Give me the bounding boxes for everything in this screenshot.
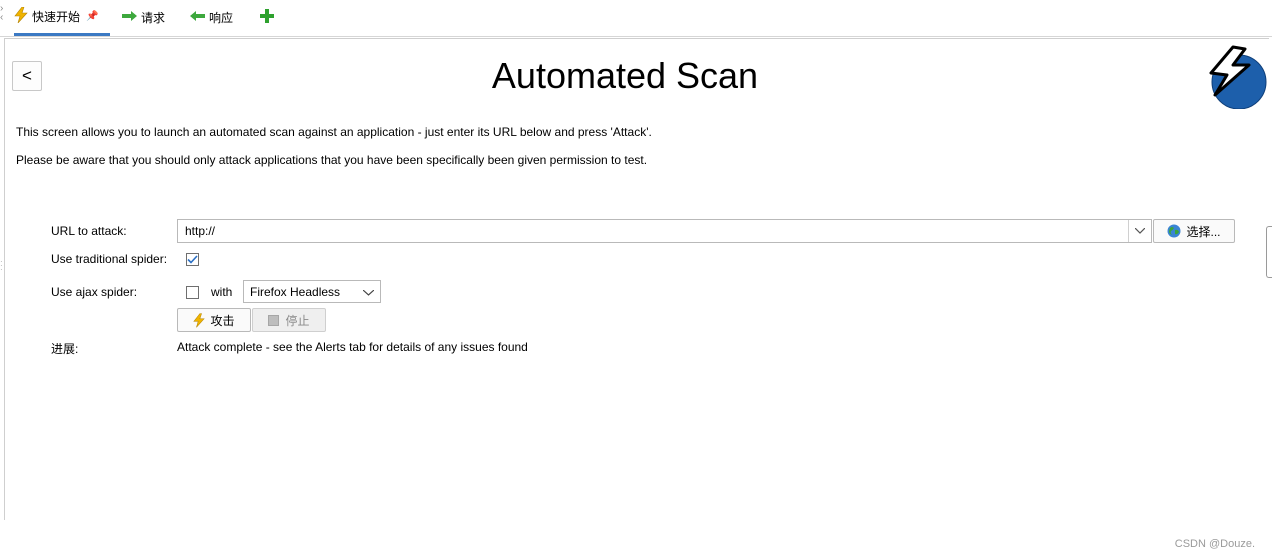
ajax-spider-label: Use ajax spider: bbox=[51, 285, 138, 299]
tab-bar: › ‹ 快速开始 📌 请求 响应 bbox=[0, 0, 1272, 37]
right-panel-grip[interactable] bbox=[1266, 226, 1272, 278]
splitter-grip[interactable]: · · · bbox=[0, 258, 3, 274]
tab-label: 快速开始 bbox=[32, 10, 81, 24]
pin-icon[interactable]: 📌 bbox=[86, 11, 98, 22]
attack-button-label: 攻击 bbox=[210, 313, 235, 328]
select-url-button[interactable]: 选择... bbox=[1153, 219, 1235, 243]
stop-button[interactable]: 停止 bbox=[252, 308, 326, 332]
chevron-down-icon bbox=[362, 285, 375, 299]
chevron-down-icon[interactable] bbox=[1128, 220, 1151, 242]
traditional-spider-label: Use traditional spider: bbox=[51, 252, 168, 266]
url-label: URL to attack: bbox=[51, 224, 127, 238]
ajax-spider-checkbox[interactable] bbox=[186, 286, 199, 299]
plus-icon bbox=[260, 8, 274, 26]
zap-logo-icon bbox=[1205, 45, 1269, 110]
progress-label: 进展: bbox=[51, 342, 79, 356]
stop-button-label: 停止 bbox=[285, 313, 310, 328]
tab-response[interactable]: 响应 bbox=[190, 0, 233, 34]
quick-start-panel: < Automated Scan This screen allows you … bbox=[4, 38, 1269, 550]
traditional-spider-checkbox[interactable] bbox=[186, 253, 199, 266]
tab-quick-start[interactable]: 快速开始 📌 bbox=[14, 0, 111, 36]
page-title: Automated Scan bbox=[491, 55, 759, 96]
description-line-2: Please be aware that you should only att… bbox=[16, 153, 648, 167]
lightning-icon bbox=[14, 6, 28, 26]
add-tab-button[interactable] bbox=[260, 0, 274, 34]
tab-label: 响应 bbox=[209, 10, 234, 25]
with-label: with bbox=[211, 285, 233, 299]
stop-icon bbox=[268, 314, 280, 326]
watermark: CSDN @Douze. bbox=[1174, 538, 1255, 550]
lightning-icon bbox=[193, 312, 206, 328]
url-input[interactable]: http:// bbox=[177, 219, 1152, 243]
url-input-value[interactable]: http:// bbox=[178, 224, 1128, 238]
arrow-left-icon bbox=[190, 10, 205, 24]
progress-status: Attack complete - see the Alerts tab for… bbox=[177, 340, 528, 354]
arrow-right-icon bbox=[122, 10, 137, 24]
tab-request[interactable]: 请求 bbox=[122, 0, 165, 34]
tab-label: 请求 bbox=[141, 10, 166, 25]
panel-collapse-handle[interactable]: › ‹ bbox=[0, 4, 6, 23]
browser-select-value: Firefox Headless bbox=[250, 284, 341, 299]
attack-button[interactable]: 攻击 bbox=[177, 308, 251, 332]
description-line-1: This screen allows you to launch an auto… bbox=[16, 125, 652, 139]
globe-icon bbox=[1167, 224, 1181, 238]
browser-select[interactable]: Firefox Headless bbox=[243, 280, 381, 303]
select-button-label: 选择... bbox=[1186, 224, 1221, 239]
